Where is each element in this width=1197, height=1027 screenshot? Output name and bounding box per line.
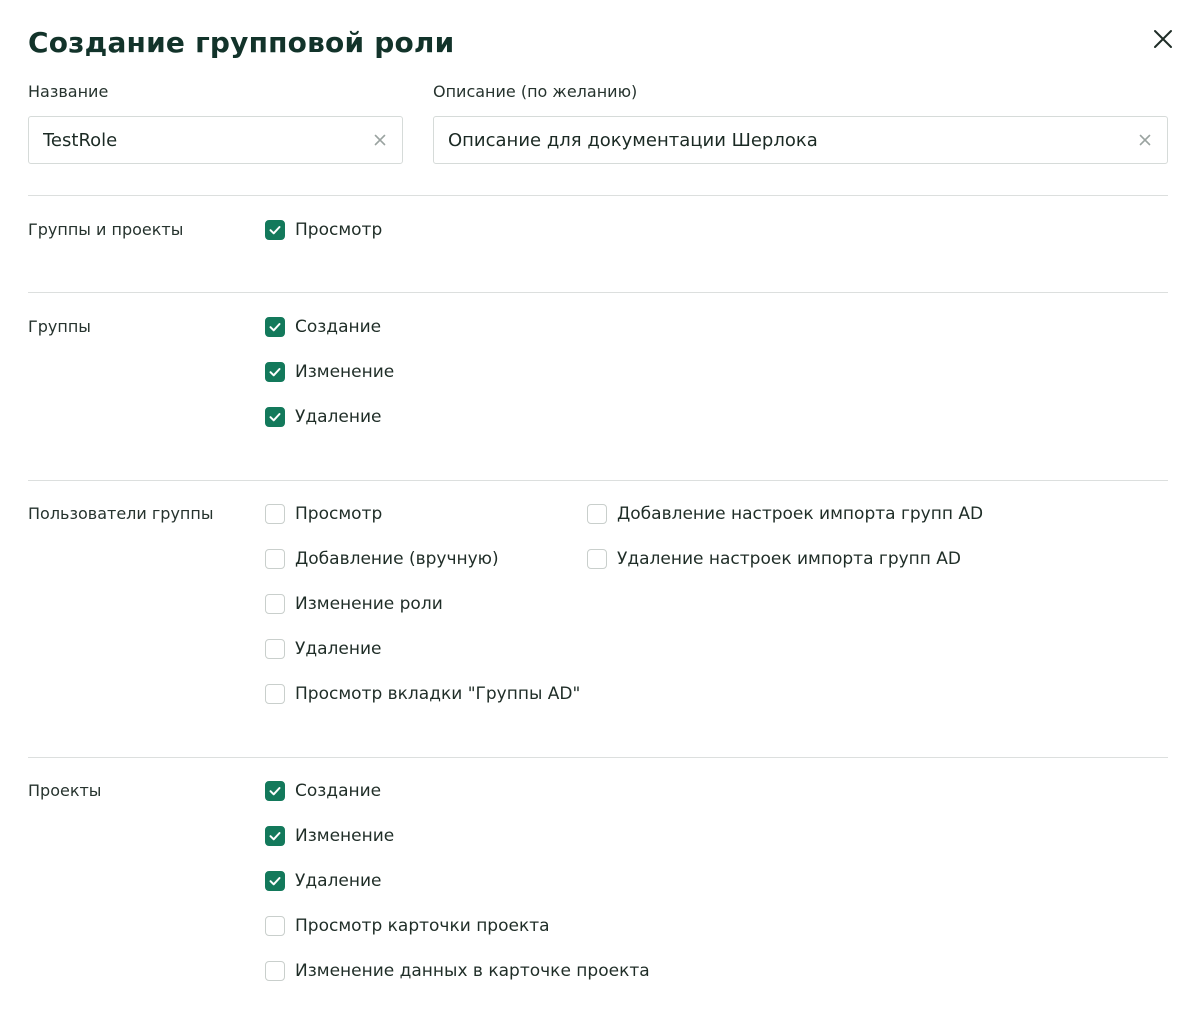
checkbox-box[interactable]	[587, 504, 607, 524]
checkbox-label: Удаление настроек импорта групп AD	[617, 549, 962, 569]
check-icon	[269, 368, 281, 377]
checkbox-label: Просмотр карточки проекта	[295, 916, 550, 936]
checkbox-projects-delete[interactable]: Удаление	[265, 870, 381, 892]
description-input[interactable]	[448, 129, 1137, 151]
checkbox-projects-edit[interactable]: Изменение	[265, 825, 394, 847]
description-clear-button[interactable]	[1137, 132, 1153, 148]
checkbox-label: Изменение	[295, 362, 395, 382]
dialog-title: Создание групповой роли	[28, 26, 455, 59]
description-field[interactable]	[433, 116, 1168, 164]
checkbox-box[interactable]	[265, 781, 285, 801]
checkbox-box[interactable]	[265, 684, 285, 704]
close-button[interactable]	[1150, 26, 1176, 52]
section-divider	[28, 292, 1168, 293]
check-icon	[269, 323, 281, 332]
checkbox-label: Создание	[295, 317, 382, 337]
clear-icon	[374, 134, 386, 146]
check-icon	[269, 226, 281, 235]
checkbox-label: Изменение данных в карточке проекта	[295, 961, 650, 981]
description-label: Описание (по желанию)	[433, 82, 638, 101]
checkbox-label: Изменение	[295, 826, 395, 846]
checkbox-users-view-ad-tab[interactable]: Просмотр вкладки "Группы AD"	[265, 683, 580, 705]
section-label-groups: Группы	[28, 317, 91, 336]
checkbox-box[interactable]	[265, 504, 285, 524]
name-label: Название	[28, 82, 109, 101]
checkbox-label: Создание	[295, 781, 382, 801]
checkbox-groups-delete[interactable]: Удаление	[265, 406, 381, 428]
checkbox-label: Просмотр	[295, 504, 383, 524]
checkbox-label: Удаление	[295, 639, 382, 659]
name-clear-button[interactable]	[372, 132, 388, 148]
check-icon	[269, 877, 281, 886]
checkbox-box[interactable]	[265, 826, 285, 846]
name-field[interactable]	[28, 116, 403, 164]
checkbox-box[interactable]	[265, 961, 285, 981]
checkbox-users-add-ad-import[interactable]: Добавление настроек импорта групп AD	[587, 503, 983, 525]
checkbox-label: Добавление (вручную)	[295, 549, 499, 569]
checkbox-groups-projects-view[interactable]: Просмотр	[265, 219, 382, 241]
clear-icon	[1139, 134, 1151, 146]
checkbox-box[interactable]	[587, 549, 607, 569]
checkbox-groups-edit[interactable]: Изменение	[265, 361, 394, 383]
checkbox-projects-create[interactable]: Создание	[265, 780, 381, 802]
checkbox-users-delete[interactable]: Удаление	[265, 638, 381, 660]
checkbox-box[interactable]	[265, 549, 285, 569]
checkbox-box[interactable]	[265, 594, 285, 614]
checkbox-label: Просмотр	[295, 220, 383, 240]
section-divider	[28, 195, 1168, 196]
section-divider	[28, 757, 1168, 758]
checkbox-box[interactable]	[265, 362, 285, 382]
section-label-group-users: Пользователи группы	[28, 504, 214, 523]
checkbox-projects-edit-card[interactable]: Изменение данных в карточке проекта	[265, 960, 650, 982]
checkbox-groups-create[interactable]: Создание	[265, 316, 381, 338]
checkbox-box[interactable]	[265, 407, 285, 427]
checkbox-box[interactable]	[265, 317, 285, 337]
checkbox-users-delete-ad-import[interactable]: Удаление настроек импорта групп AD	[587, 548, 961, 570]
checkbox-label: Удаление	[295, 871, 382, 891]
section-label-groups-projects: Группы и проекты	[28, 220, 184, 239]
checkbox-box[interactable]	[265, 220, 285, 240]
checkbox-label: Просмотр вкладки "Группы AD"	[295, 684, 581, 704]
section-divider	[28, 480, 1168, 481]
check-icon	[269, 787, 281, 796]
checkbox-users-change-role[interactable]: Изменение роли	[265, 593, 443, 615]
checkbox-projects-view-card[interactable]: Просмотр карточки проекта	[265, 915, 550, 937]
check-icon	[269, 832, 281, 841]
checkbox-box[interactable]	[265, 916, 285, 936]
checkbox-label: Добавление настроек импорта групп AD	[617, 504, 984, 524]
checkbox-users-view[interactable]: Просмотр	[265, 503, 382, 525]
checkbox-box[interactable]	[265, 871, 285, 891]
checkbox-label: Удаление	[295, 407, 382, 427]
check-icon	[269, 413, 281, 422]
section-label-projects: Проекты	[28, 781, 102, 800]
checkbox-label: Изменение роли	[295, 594, 443, 614]
checkbox-users-add-manual[interactable]: Добавление (вручную)	[265, 548, 499, 570]
checkbox-box[interactable]	[265, 639, 285, 659]
close-icon	[1154, 30, 1172, 48]
name-input[interactable]	[43, 129, 372, 151]
